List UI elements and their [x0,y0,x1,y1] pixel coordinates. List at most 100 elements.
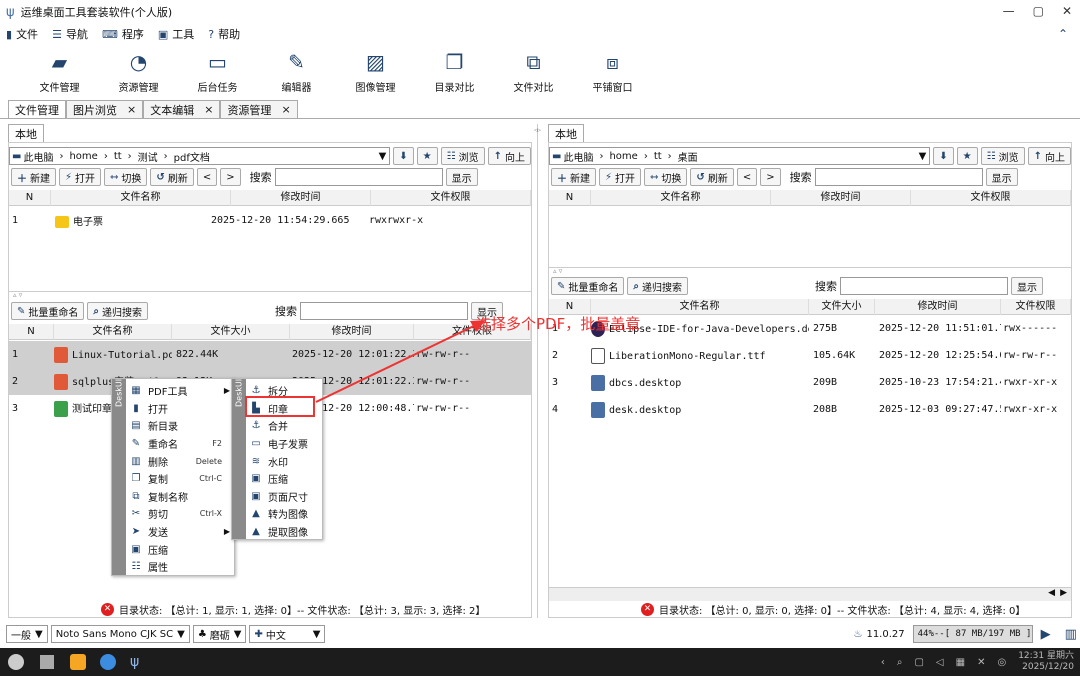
search-icon[interactable]: ⌕ [897,657,903,668]
minimize-button[interactable]: — [1003,4,1015,18]
settings-icon[interactable]: ◎ [997,657,1006,668]
splitter-arrows-icon[interactable]: ▵ ▿ [553,267,562,275]
splitter[interactable] [9,291,531,292]
browse-button[interactable]: ☷ 浏览 [440,147,485,165]
close-window-button[interactable]: ✕ [1062,4,1072,18]
ribbon-editor[interactable]: ✎ 编辑器 [257,44,336,98]
font-select[interactable]: Noto Sans Mono CJK SC ▼ [50,625,190,643]
volume-icon[interactable]: ◁ [936,657,944,668]
play-icon[interactable]: ▶ [1041,627,1051,642]
switch-button[interactable]: ⇿ 切换 [644,168,688,186]
next-button[interactable]: > [760,168,781,186]
new-button[interactable]: ＋新建 [551,168,596,186]
menu-item[interactable]: ✎ 重命名 F2 [128,435,234,453]
col-header[interactable]: 文件大小 [809,298,875,315]
col-header[interactable]: 文件名称 [54,323,172,340]
menu-item[interactable]: ⧉ 复制名称 [128,488,234,506]
dir-search-input[interactable] [274,168,443,186]
table-row[interactable]: 2 LiberationMono-Regular.ttf 105.64K 2025-1… [549,342,1071,369]
up-button[interactable]: ↑ 向上 [1027,147,1071,165]
pane-divider[interactable] [537,124,538,618]
horizontal-scrollbar[interactable]: ◀ ▶ [549,587,1071,601]
screenshot-icon[interactable]: ▢ [914,657,923,668]
tab-text-edit[interactable]: 文本编辑 × [143,100,221,118]
refresh-button[interactable]: ↺ 刷新 [150,168,194,186]
up-button[interactable]: ↑ 向上 [487,147,531,165]
submenu-item[interactable]: ▣ 页面尺寸 [248,488,322,506]
dropdown-arrow-icon[interactable]: ▼ [919,151,927,162]
close-icon[interactable]: × [127,103,136,116]
right-pane-tab[interactable]: 本地 [548,124,584,142]
path-segment[interactable]: tt [114,151,122,162]
col-header[interactable]: 修改时间 [875,298,1001,315]
submenu-item[interactable]: ▣ 压缩 [248,470,322,488]
path-segment[interactable]: 桌面 [678,149,698,164]
submenu-item[interactable]: ▲ 转为图像 [248,505,322,523]
ribbon-resource-manager[interactable]: ◔ 资源管理 [99,44,178,98]
close-icon[interactable]: × [204,103,213,116]
path-segment[interactable]: 测试 [138,149,158,164]
menu-item[interactable]: ▣ 压缩 [128,540,234,558]
menu-nav[interactable]: ☰ 导航 [52,26,88,42]
chevron-left-icon[interactable]: ‹ [881,657,885,668]
file-search-input[interactable] [840,277,1008,295]
download-button[interactable]: ⬇ [933,147,954,165]
open-button[interactable]: ⚡ 打开 [599,168,642,186]
col-header[interactable]: 文件大小 [172,323,290,340]
submenu-item[interactable]: ≋ 水印 [248,452,322,470]
col-header[interactable]: 文件权限 [371,189,531,206]
path-segment[interactable]: 此电脑 [563,149,593,164]
menu-file[interactable]: ▮ 文件 [6,26,38,42]
prev-button[interactable]: < [736,168,758,186]
menu-item[interactable]: ➤ 发送 ▶ [128,523,234,541]
tab-file-manager[interactable]: 文件管理 [8,100,66,118]
table-row[interactable]: 4 desk.desktop 208B 2025-12-03 09:27:47.585… [549,396,1071,423]
submenu-item[interactable]: ⚓ 合并 [248,417,322,435]
next-button[interactable]: > [220,168,241,186]
table-row[interactable]: 3 dbcs.desktop 209B 2025-10-23 17:54:21.495… [549,369,1071,396]
browse-button[interactable]: ☷ 浏览 [980,147,1025,165]
ribbon-image-manager[interactable]: ▨ 图像管理 [336,44,415,98]
left-pane-tab[interactable]: 本地 [8,124,44,142]
splitter-arrows-icon[interactable]: ▵ ▿ [13,291,22,299]
ribbon-file-manager[interactable]: ▰ 文件管理 [20,44,99,98]
browser-icon[interactable] [100,654,116,670]
collapse-ribbon-icon[interactable]: ⌃ [1058,27,1068,41]
ribbon-dir-compare[interactable]: ❐ 目录对比 [415,44,494,98]
table-row[interactable]: 1 电子票 2025-12-20 11:54:29.665 rwxrwxr-x [9,207,531,234]
recursive-search-button[interactable]: ⌕ 递归搜索 [627,277,688,295]
path-segment[interactable]: 此电脑 [23,149,53,164]
switch-button[interactable]: ⇿ 切换 [104,168,148,186]
batch-rename-button[interactable]: ✎ 批量重命名 [11,302,85,320]
launcher-icon[interactable] [8,654,24,670]
submenu-item[interactable]: ▭ 电子发票 [248,435,322,453]
recursive-search-button[interactable]: ⌕ 递归搜索 [87,302,148,320]
close-icon[interactable]: × [281,103,290,116]
scroll-right-icon[interactable]: ▶ [1060,588,1067,598]
col-header[interactable]: 文件名称 [591,189,771,206]
menu-item[interactable]: ✂ 剪切 Ctrl-X [128,505,234,523]
show-button[interactable]: 显示 [445,168,478,186]
dropdown-arrow-icon[interactable]: ▼ [379,151,387,162]
left-path-input[interactable]: ▬ 此电脑 › home › tt › 测试 › pdf文档 ▼ [9,147,391,165]
splitter[interactable] [549,267,1071,268]
divider-arrows-icon[interactable]: ◃▹ [534,126,541,134]
notification-icon[interactable]: ✕ [977,657,985,668]
menu-item[interactable]: ▥ 删除 Delete [128,452,234,470]
mode-select[interactable]: 一般 ▼ [6,625,48,643]
menu-item[interactable]: ▤ 新目录 [128,417,234,435]
ribbon-background-tasks[interactable]: ▭ 后台任务 [178,44,257,98]
menu-program[interactable]: ⌨ 程序 [102,26,144,42]
ribbon-tile-windows[interactable]: ⧈ 平铺窗口 [573,44,652,98]
theme-select[interactable]: ♣ 磨砺 ▼ [192,625,247,643]
store-icon[interactable] [70,654,86,670]
show-button[interactable]: 显示 [985,168,1018,186]
col-header[interactable]: N [9,189,51,206]
multitask-icon[interactable] [40,655,54,669]
download-button[interactable]: ⬇ [393,147,414,165]
favorite-button[interactable]: ★ [956,147,978,165]
menu-item[interactable]: ▦ PDF工具 ▶ [128,382,234,400]
col-header[interactable]: 修改时间 [231,189,371,206]
clock-date[interactable]: 2025/12/20 [1022,662,1074,673]
submenu-item[interactable]: ▲ 提取图像 [248,523,322,541]
